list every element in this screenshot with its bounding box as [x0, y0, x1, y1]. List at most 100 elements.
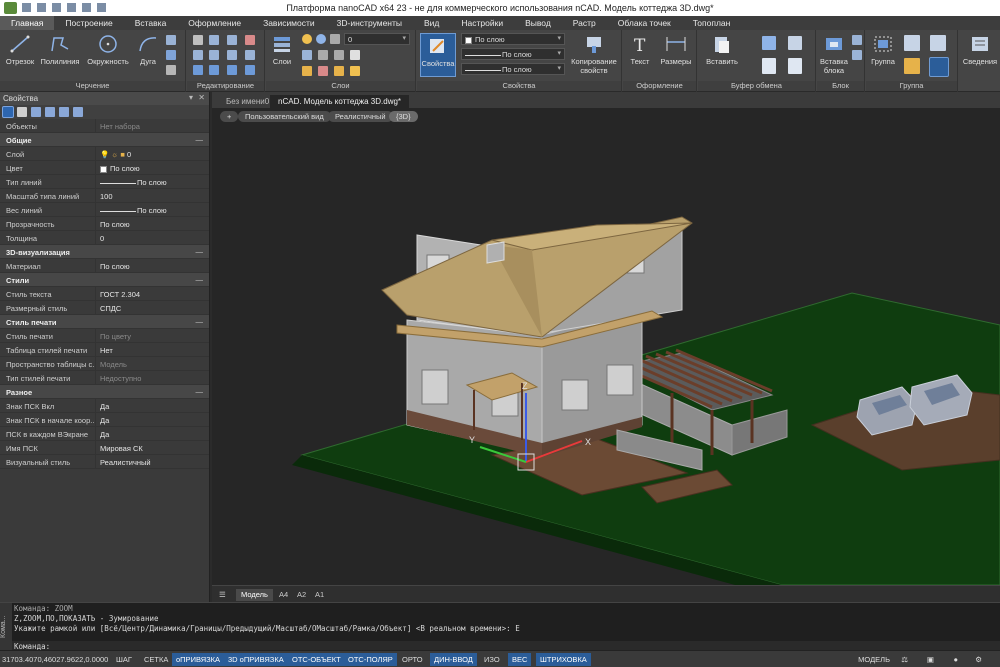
status-toggle[interactable]: ОТС-ОБЪЕКТ	[288, 653, 345, 666]
layer-previous-icon[interactable]	[334, 66, 344, 76]
array-icon[interactable]	[227, 65, 237, 75]
polyline-button[interactable]: Полилиния	[40, 34, 80, 66]
layer-match-icon[interactable]	[302, 66, 312, 76]
tab-view[interactable]: Вид	[413, 16, 450, 30]
view-dropdown[interactable]: Пользовательский вид	[238, 111, 331, 122]
move-icon[interactable]	[193, 35, 203, 45]
cut-icon[interactable]	[762, 36, 776, 50]
create-block-icon[interactable]	[852, 35, 862, 45]
visual-style-dropdown[interactable]: Реалистичный	[328, 111, 393, 122]
paste-button[interactable]: Вставить	[704, 34, 740, 66]
copy-icon[interactable]	[193, 50, 203, 60]
property-row[interactable]: Прозрачность По слою	[0, 217, 209, 231]
tab-point-clouds[interactable]: Облака точек	[607, 16, 682, 30]
tab-build[interactable]: Построение	[54, 16, 123, 30]
properties-button[interactable]: Свойства	[420, 33, 456, 77]
tab-output[interactable]: Вывод	[514, 16, 562, 30]
copy-clip-icon[interactable]	[788, 36, 802, 50]
status-toggle[interactable]: ОРТО	[398, 653, 427, 666]
copy-base-icon[interactable]	[762, 58, 776, 74]
property-row[interactable]: Стиль печати По цвету	[0, 329, 209, 343]
layer-dropdown[interactable]: 0	[344, 33, 410, 45]
layer-on-icon[interactable]	[350, 66, 360, 76]
match-properties-button[interactable]: Копирование свойств	[569, 34, 619, 75]
status-toggle[interactable]: ОТС-ПОЛЯР	[344, 653, 397, 666]
edit-block-icon[interactable]	[852, 50, 862, 60]
property-row[interactable]: Масштаб типа линий 100	[0, 189, 209, 203]
layer-state-icon[interactable]	[302, 50, 312, 60]
lineweight-dropdown[interactable]: По слою	[461, 63, 565, 75]
annotation-scale-icon[interactable]: ⚖	[897, 653, 912, 666]
property-row[interactable]: Размерный стиль СПДС	[0, 301, 209, 315]
layout-tab-model[interactable]: Модель	[236, 589, 273, 601]
trim-icon[interactable]	[227, 35, 237, 45]
tab-raster[interactable]: Растр	[562, 16, 607, 30]
rotate-icon[interactable]	[209, 35, 219, 45]
layers-button[interactable]: Слои	[268, 34, 296, 66]
property-row[interactable]: Пространство таблицы с... Модель	[0, 357, 209, 371]
hatch-icon[interactable]	[166, 50, 176, 60]
color-dropdown[interactable]: По слою	[461, 33, 565, 45]
stretch-icon[interactable]	[193, 65, 203, 75]
viewport-menu-button[interactable]: +	[220, 111, 239, 122]
pin-icon[interactable]: ▾	[189, 93, 193, 102]
select-objects-icon[interactable]	[2, 106, 14, 118]
linetype-dropdown[interactable]: По слою	[461, 48, 565, 60]
doc-tab-cottage[interactable]: nCAD. Модель коттеджа 3D.dwg*	[270, 95, 410, 108]
region-icon[interactable]	[166, 65, 176, 75]
group-manager-icon[interactable]	[930, 35, 946, 51]
property-row[interactable]: Вес линий По слою	[0, 203, 209, 217]
property-section-header[interactable]: Разное	[0, 385, 209, 399]
lightbulb-status-icon[interactable]: ●	[949, 653, 962, 666]
property-row[interactable]: Знак ПСК Вкл Да	[0, 399, 209, 413]
model-space-label[interactable]: МОДЕЛЬ	[858, 655, 890, 664]
property-row[interactable]: Знак ПСК в начале коор... Да	[0, 413, 209, 427]
status-toggle[interactable]: оПРИВЯЗКА	[172, 653, 225, 666]
lightbulb-icon[interactable]	[302, 34, 312, 44]
arc-button[interactable]: Дуга	[134, 34, 162, 66]
layer-freeze-icon[interactable]	[318, 50, 328, 60]
explode-icon[interactable]	[245, 50, 255, 60]
property-row[interactable]: Тип линий По слою	[0, 175, 209, 189]
toggle-pickadd-icon[interactable]	[59, 107, 69, 117]
doc-tab-untitled[interactable]: Без имени0	[218, 95, 277, 108]
property-row[interactable]: Визуальный стиль Реалистичный	[0, 455, 209, 469]
property-row[interactable]: Слой 💡 ☼ ■ 0	[0, 147, 209, 161]
property-row[interactable]: Цвет По слою	[0, 161, 209, 175]
tab-home[interactable]: Главная	[0, 16, 55, 30]
property-row[interactable]: Тип стилей печати Недоступно	[0, 371, 209, 385]
property-row[interactable]: Толщина 0	[0, 231, 209, 245]
status-toggle[interactable]: ВЕС	[508, 653, 532, 666]
tab-insert[interactable]: Вставка	[124, 16, 178, 30]
scale-icon[interactable]	[209, 65, 219, 75]
status-toggle[interactable]: СЕТКА	[140, 653, 172, 666]
layout-tabs-menu-icon[interactable]: ☰	[214, 589, 231, 601]
paste-special-icon[interactable]	[788, 58, 802, 74]
status-toggle[interactable]: 3D оПРИВЯЗКА	[224, 653, 288, 666]
mirror-icon[interactable]	[209, 50, 219, 60]
tab-annotate[interactable]: Оформление	[177, 16, 252, 30]
tab-settings[interactable]: Настройки	[450, 16, 514, 30]
layer-lock-icon[interactable]	[334, 50, 344, 60]
status-toggle[interactable]: ШАГ	[112, 653, 136, 666]
layout-tab-a2[interactable]: A2	[292, 589, 311, 601]
property-row[interactable]: Имя ПСК Мировая СК	[0, 441, 209, 455]
property-row[interactable]: Таблица стилей печати Нет	[0, 343, 209, 357]
tab-topoplan[interactable]: Топоплан	[682, 16, 742, 30]
group-select-icon[interactable]	[929, 57, 949, 77]
property-row[interactable]: Материал По слою	[0, 259, 209, 273]
property-row[interactable]: ПСК в каждом ВЭкране Да	[0, 427, 209, 441]
model-viewport[interactable]: Z X Y	[212, 125, 1000, 585]
dimensions-button[interactable]: Размеры	[657, 34, 695, 66]
fillet-icon[interactable]	[227, 50, 237, 60]
layer-off-icon[interactable]	[318, 66, 328, 76]
erase-icon[interactable]	[245, 35, 255, 45]
property-row[interactable]: Стиль текста ГОСТ 2.304	[0, 287, 209, 301]
list-icon[interactable]	[73, 107, 83, 117]
settings-icon[interactable]: ⚙	[971, 653, 986, 666]
tab-3d-tools[interactable]: 3D-инструменты	[326, 16, 413, 30]
circle-button[interactable]: Окружность	[84, 34, 132, 66]
property-section-header[interactable]: Общие	[0, 133, 209, 147]
sun-icon[interactable]	[316, 34, 326, 44]
lock-icon[interactable]	[330, 34, 340, 44]
